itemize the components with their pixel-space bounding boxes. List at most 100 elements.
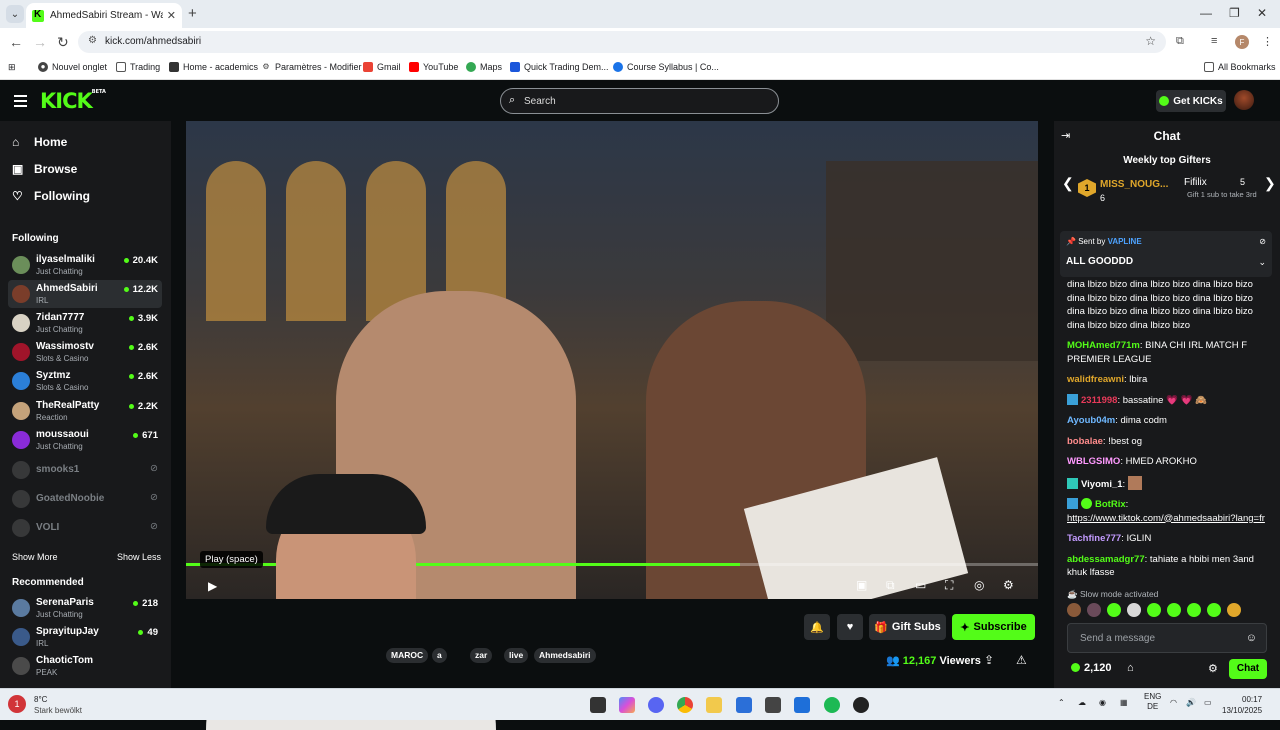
- sidebar-channel[interactable]: TheRealPatty Reaction 2.2K: [8, 397, 162, 425]
- copilot-icon[interactable]: [619, 697, 635, 713]
- unity-icon[interactable]: [765, 697, 781, 713]
- sidebar-channel[interactable]: SerenaParis Just Chatting 218: [8, 594, 162, 622]
- settings-gear-icon[interactable]: ⚙: [1003, 578, 1014, 592]
- volume-icon[interactable]: 🔊: [1186, 698, 1196, 707]
- tab-close-icon[interactable]: ✕: [167, 9, 176, 22]
- tab-search-button[interactable]: ⌄: [6, 5, 24, 23]
- sidebar-channel-offline[interactable]: GoatedNoobie ⊘: [8, 485, 162, 513]
- app-icon[interactable]: [794, 697, 810, 713]
- chevron-left-icon[interactable]: ❮: [1062, 175, 1074, 192]
- chat-message-input[interactable]: Send a message ☺: [1067, 623, 1267, 653]
- profile-avatar[interactable]: F: [1235, 35, 1249, 49]
- language-indicator[interactable]: ENG DE: [1144, 692, 1161, 712]
- record-app-icon[interactable]: [853, 697, 869, 713]
- emote-icon[interactable]: [1207, 603, 1221, 617]
- maximize-button[interactable]: ❐: [1229, 6, 1240, 20]
- close-window-button[interactable]: ✕: [1257, 6, 1267, 20]
- follow-heart-icon[interactable]: ♥: [837, 614, 863, 640]
- chevron-down-icon[interactable]: ⌄: [1258, 257, 1266, 268]
- chat-settings-icon[interactable]: ⚙: [1208, 662, 1218, 675]
- search-input[interactable]: ⌕ Search: [500, 88, 779, 114]
- sidebar-nav-home[interactable]: ⌂ Home: [12, 135, 67, 149]
- emote-icon[interactable]: [1107, 603, 1121, 617]
- chat-link[interactable]: https://www.tiktok.com/@ahmedsaabiri?lan…: [1067, 513, 1265, 524]
- stream-tag[interactable]: zar: [470, 648, 493, 663]
- clip-icon[interactable]: ⧉: [886, 578, 895, 593]
- bookmark-quick-trading[interactable]: Quick Trading Dem...: [510, 62, 609, 72]
- apps-grid-icon[interactable]: ⊞: [8, 62, 16, 73]
- kicks-balance[interactable]: 2,120: [1071, 662, 1112, 674]
- sidebar-channel-offline[interactable]: smooks1 ⊘: [8, 456, 162, 484]
- back-arrow-icon[interactable]: ←: [9, 34, 23, 50]
- fullscreen-icon[interactable]: ⛶: [945, 578, 953, 593]
- gift-subs-button[interactable]: 🎁 Gift Subs: [869, 614, 946, 640]
- store-icon[interactable]: [736, 697, 752, 713]
- hide-pinned-icon[interactable]: ⊘: [1259, 237, 1266, 246]
- browser-tab[interactable]: AhmedSabiri Stream - Watch Li ✕: [26, 3, 182, 28]
- sidebar-channel[interactable]: SprayitupJay IRL 49: [8, 623, 162, 651]
- cloud-icon[interactable]: ☁: [1078, 698, 1086, 707]
- address-bar[interactable]: ⚙ kick.com/ahmedsabiri ☆: [78, 31, 1166, 53]
- bookmark-nouvel-onglet[interactable]: ● Nouvel onglet: [38, 62, 107, 72]
- sidebar-channel-active[interactable]: AhmedSabiri IRL 12.2K: [8, 280, 162, 308]
- tray-chevron-icon[interactable]: ⌃: [1058, 698, 1065, 707]
- chevron-right-icon[interactable]: ❯: [1264, 175, 1276, 192]
- sidebar-channel[interactable]: Syztmz Slots & Casino 2.6K: [8, 367, 162, 395]
- folder-icon[interactable]: [706, 697, 722, 713]
- forward-arrow-icon[interactable]: →: [33, 34, 47, 50]
- show-less-link[interactable]: Show Less: [117, 552, 161, 562]
- file-explorer-icon[interactable]: [590, 697, 606, 713]
- bookmark-star-icon[interactable]: ☆: [1145, 34, 1156, 48]
- sidebar-channel[interactable]: ilyaselmaliki Just Chatting 20.4K: [8, 251, 162, 279]
- chrome-menu-icon[interactable]: ⋮: [1262, 35, 1273, 48]
- bookmark-all[interactable]: All Bookmarks: [1204, 62, 1276, 72]
- battery-icon[interactable]: ▭: [1204, 698, 1212, 707]
- sidebar-channel[interactable]: Wassimostv Slots & Casino 2.6K: [8, 338, 162, 366]
- stream-tag[interactable]: live: [504, 648, 529, 663]
- stream-tag[interactable]: a: [432, 648, 447, 663]
- store-icon[interactable]: ⌂: [1127, 662, 1134, 674]
- emote-icon[interactable]: [1187, 603, 1201, 617]
- gifter-name[interactable]: Fifilix: [1184, 177, 1207, 188]
- stream-tag[interactable]: Ahmedsabiri: [534, 648, 596, 663]
- emote-icon[interactable]: [1227, 603, 1241, 617]
- mini-player-icon[interactable]: ▣: [856, 578, 867, 592]
- wifi-icon[interactable]: ◠: [1170, 698, 1177, 707]
- quality-icon[interactable]: ◎: [974, 578, 984, 592]
- reload-icon[interactable]: ↻: [57, 34, 69, 51]
- sidebar-nav-following[interactable]: ♡ Following: [12, 189, 90, 203]
- show-more-link[interactable]: Show More: [12, 552, 58, 562]
- extensions-icon[interactable]: ⧉: [1176, 35, 1184, 48]
- site-info-icon[interactable]: ⚙: [88, 35, 97, 46]
- stream-tag[interactable]: MAROC: [386, 648, 429, 663]
- get-kicks-button[interactable]: Get KICKs: [1156, 90, 1226, 112]
- subscribe-button[interactable]: ✦ Subscribe: [952, 614, 1035, 640]
- bookmark-course-syllabus[interactable]: Course Syllabus | Co...: [613, 62, 719, 72]
- report-icon[interactable]: ⚠: [1016, 653, 1027, 667]
- bookmark-gmail[interactable]: Gmail: [363, 62, 401, 72]
- bookmark-trading[interactable]: Trading: [116, 62, 160, 72]
- discord-icon[interactable]: [648, 697, 664, 713]
- hamburger-menu-icon[interactable]: [14, 95, 27, 110]
- gifter-name[interactable]: MISS_NOUG...: [1100, 179, 1168, 190]
- share-icon[interactable]: ⇪: [984, 653, 994, 667]
- emote-icon[interactable]: [1067, 603, 1081, 617]
- bookmark-maps[interactable]: Maps: [466, 62, 502, 72]
- spotify-icon[interactable]: [824, 697, 840, 713]
- bookmark-youtube[interactable]: YouTube: [409, 62, 458, 72]
- sidebar-nav-browse[interactable]: ▣ Browse: [12, 162, 77, 176]
- theater-mode-icon[interactable]: ▭: [915, 578, 926, 592]
- user-avatar[interactable]: [1234, 90, 1254, 110]
- emote-icon[interactable]: [1087, 603, 1101, 617]
- bookmark-home-academics[interactable]: Home - academics: [169, 62, 258, 72]
- emote-icon[interactable]: [1167, 603, 1181, 617]
- pinned-message[interactable]: 📌 Sent by VAPLINE ⊘ ALL GOODDD ⌄: [1060, 231, 1272, 277]
- emote-icon[interactable]: [1147, 603, 1161, 617]
- minimize-button[interactable]: —: [1200, 6, 1212, 20]
- tray-app-icon[interactable]: ◉: [1099, 698, 1106, 707]
- sidebar-channel-offline[interactable]: VOLI ⊘: [8, 514, 162, 542]
- sidebar-channel[interactable]: ChaoticTom PEAK: [8, 652, 162, 680]
- sidebar-channel[interactable]: 7idan7777 Just Chatting 3.9K: [8, 309, 162, 337]
- clock[interactable]: 00:17 13/10/2025: [1222, 694, 1262, 716]
- kick-logo[interactable]: KICKBETA: [40, 89, 106, 113]
